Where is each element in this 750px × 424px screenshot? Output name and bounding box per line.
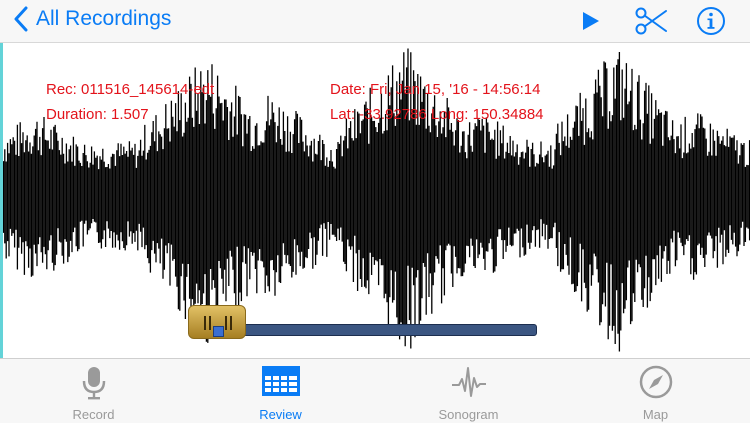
scissors-icon bbox=[635, 7, 667, 35]
back-button[interactable]: All Recordings bbox=[14, 6, 171, 32]
grip-line-left-inner bbox=[209, 316, 211, 330]
tab-review-label: Review bbox=[259, 407, 302, 422]
recording-duration: Duration: 1.507 bbox=[46, 106, 149, 123]
review-grid-icon bbox=[261, 366, 300, 396]
recording-date: Date: Fri, Jan 15, '16 - 14:56:14 bbox=[330, 81, 541, 98]
grip-line-right-inner bbox=[225, 316, 227, 330]
grip-line-left bbox=[204, 316, 206, 330]
waveform-left-edge bbox=[0, 43, 3, 358]
chevron-left-icon bbox=[14, 6, 28, 32]
tab-record[interactable]: Record bbox=[0, 359, 187, 424]
play-button[interactable] bbox=[574, 6, 608, 36]
tab-map-label: Map bbox=[642, 407, 669, 422]
playhead-knob bbox=[213, 326, 224, 337]
trim-button[interactable] bbox=[634, 6, 668, 36]
tab-bar: Record Review Sonogram Map bbox=[0, 358, 750, 423]
sonogram-icon bbox=[451, 367, 486, 397]
compass-icon bbox=[639, 365, 672, 399]
microphone-icon bbox=[82, 367, 105, 400]
tab-sonogram[interactable]: Sonogram bbox=[375, 359, 562, 424]
info-button[interactable] bbox=[694, 6, 728, 36]
tab-sonogram-label: Sonogram bbox=[438, 407, 499, 422]
playback-scrubber-thumb[interactable] bbox=[188, 305, 246, 339]
recording-location: Lat: -33.92786 Long: 150.34884 bbox=[330, 106, 544, 123]
grip-line-right bbox=[230, 316, 232, 330]
tab-map[interactable]: Map bbox=[562, 359, 749, 424]
back-button-label: All Recordings bbox=[36, 7, 172, 30]
navigation-bar: All Recordings bbox=[0, 0, 750, 43]
tab-record-label: Record bbox=[72, 407, 115, 422]
play-icon bbox=[583, 12, 599, 30]
recording-name: Rec: 011516_145614-edt bbox=[46, 81, 215, 98]
tab-review[interactable]: Review bbox=[187, 359, 374, 424]
info-icon bbox=[697, 7, 725, 35]
